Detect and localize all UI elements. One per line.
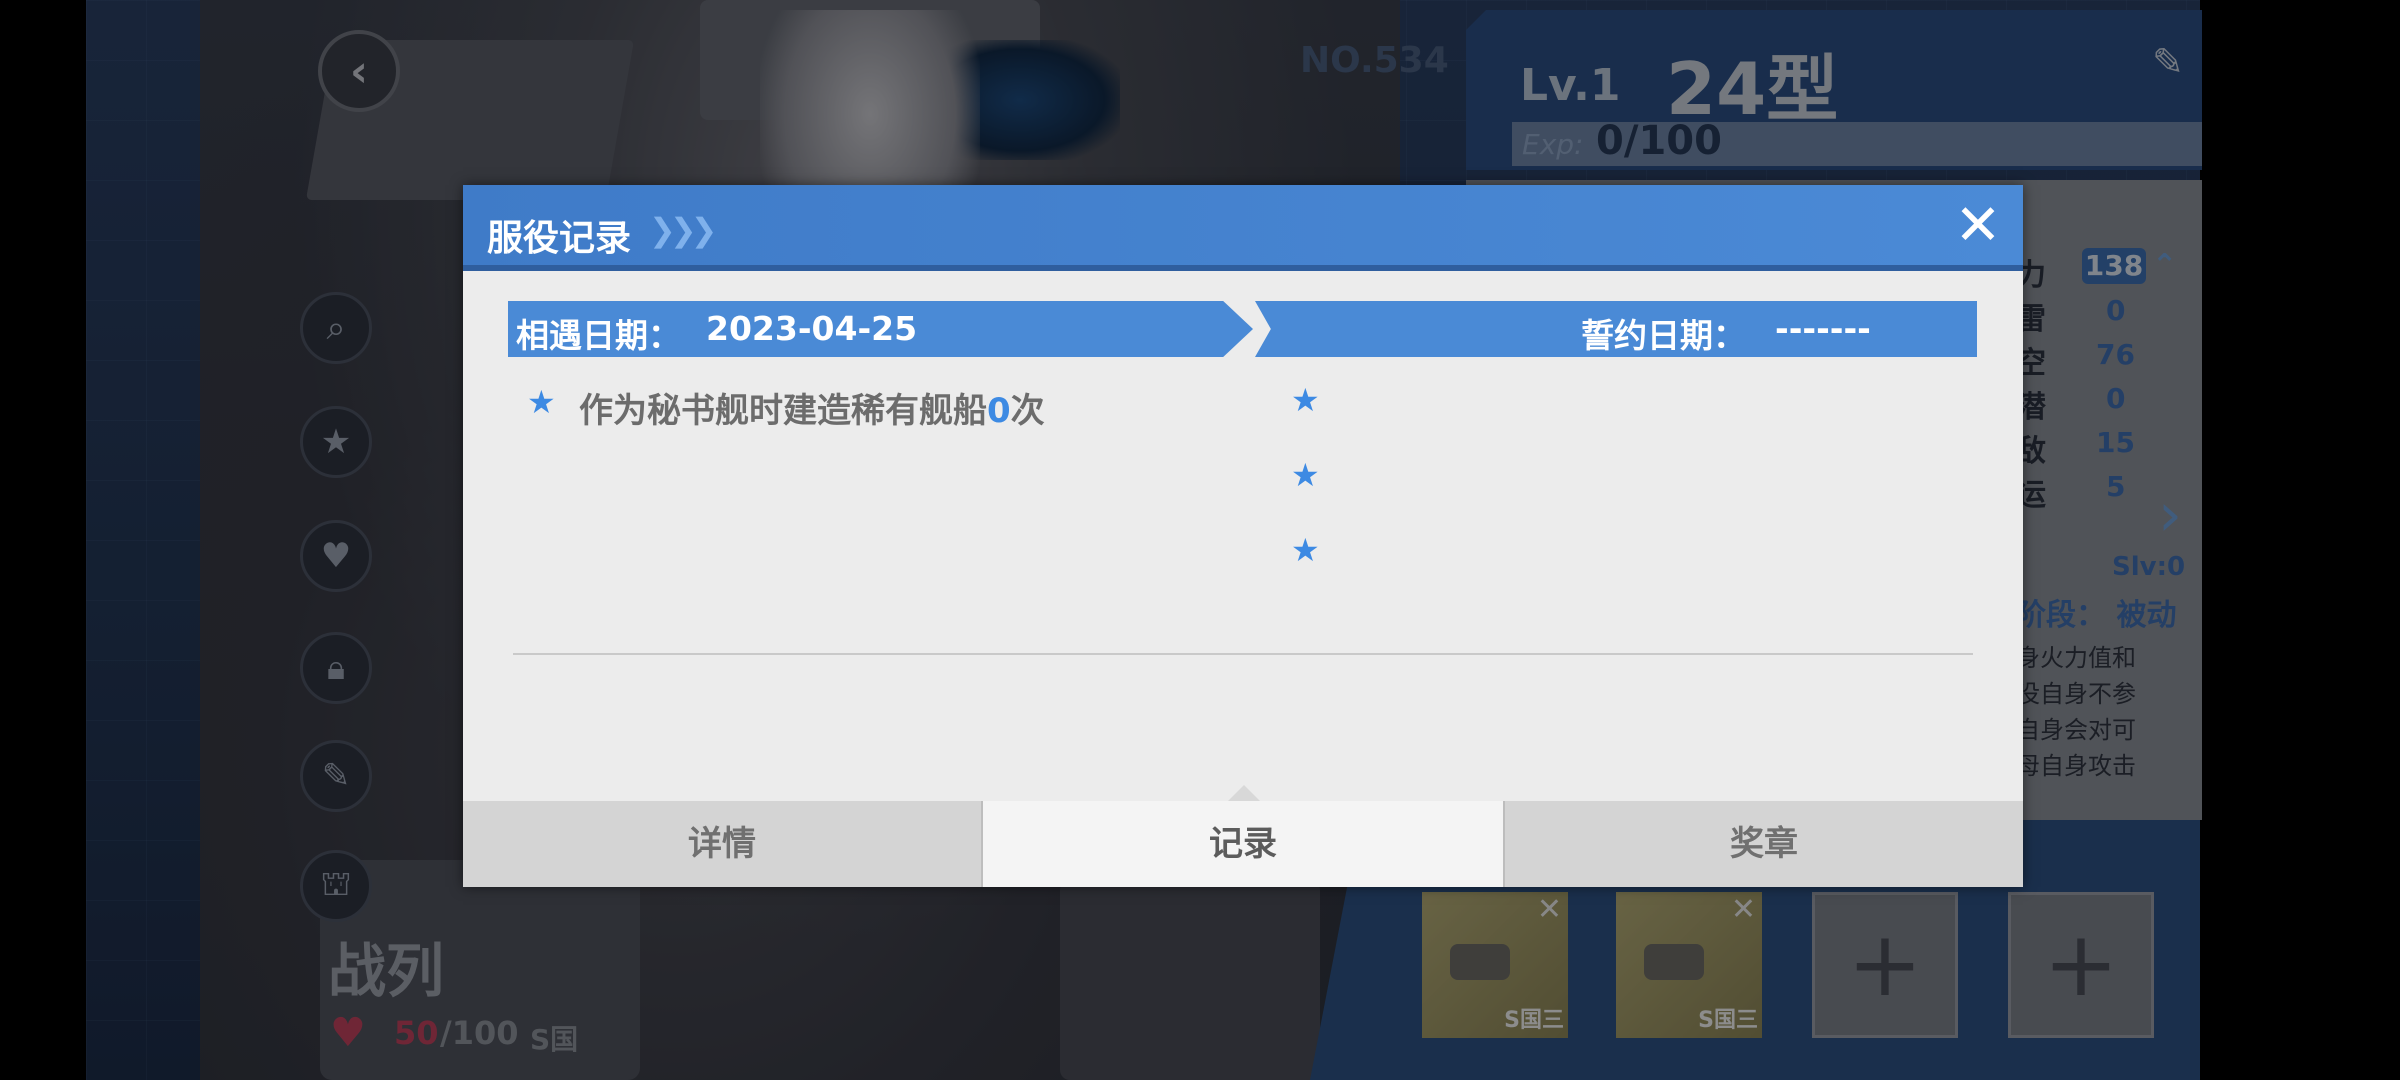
active-tab-pointer (1228, 785, 1260, 801)
dialog-header: 服役记录 ❯❯❯ ✕ (463, 185, 2023, 271)
star-icon: ★ (527, 383, 556, 421)
record-suffix: 次 (1010, 391, 1045, 431)
divider (513, 653, 1973, 655)
dialog-title: 服役记录 (487, 218, 632, 259)
close-icon: ✕ (1954, 193, 2002, 258)
star-icon: ★ (1291, 381, 1320, 419)
meet-date-label: 相遇日期： (516, 316, 681, 355)
oath-date-value: ------- (1775, 309, 1871, 348)
service-record-dialog: 服役记录 ❯❯❯ ✕ 相遇日期： 2023-04-25 誓约日期： ------… (463, 185, 2023, 887)
tab-records[interactable]: 记录 (983, 801, 1503, 887)
star-icon: ★ (1291, 531, 1320, 569)
tab-details[interactable]: 详情 (463, 801, 983, 887)
record-count: 0 (987, 391, 1011, 431)
chevrons-icon: ❯❯❯ (649, 211, 717, 249)
star-icon: ★ (1291, 456, 1320, 494)
close-button[interactable]: ✕ (1953, 198, 2003, 254)
tab-medals[interactable]: 奖章 (1503, 801, 2023, 887)
record-text: 作为秘书舰时建造稀有舰船 (579, 391, 987, 431)
oath-date-label: 誓约日期： (1581, 316, 1746, 355)
dialog-tab-bar: 详情 记录 奖章 (463, 801, 2023, 887)
meet-date-value: 2023-04-25 (706, 309, 918, 348)
record-item: 作为秘书舰时建造稀有舰船0次 (579, 383, 1045, 432)
